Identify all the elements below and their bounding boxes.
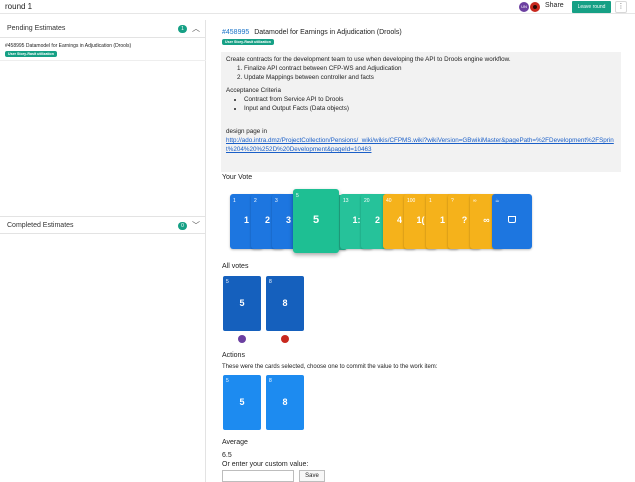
description-step: Update Mappings between controller and f… (244, 73, 616, 82)
actions-label: Actions (222, 352, 245, 359)
card-corner-value: 8 (269, 279, 272, 285)
coffee-icon (492, 215, 532, 225)
custom-value-input[interactable] (222, 470, 294, 482)
description-step: Finalize API contract between CFP-WS and… (244, 64, 616, 73)
work-item-id-link[interactable]: #458995 (222, 29, 249, 36)
chevron-down-icon[interactable]: ﹀ (192, 220, 200, 231)
description-steps: Finalize API contract between CFP-WS and… (244, 64, 616, 82)
acceptance-criterion: Input and Output Facts (Data objects) (244, 104, 616, 113)
card-corner-value: 5 (226, 378, 229, 384)
acceptance-criteria-title: Acceptance Criteria (226, 87, 281, 94)
pending-item-title: #458995 Datamodel for Earnings in Adjudi… (5, 43, 132, 49)
share-button[interactable]: Share (545, 2, 564, 9)
voter-avatar (238, 335, 246, 343)
leave-round-button[interactable]: Leave round (572, 1, 611, 13)
work-item-type-tag: User Story-Rasit utilization (222, 39, 274, 45)
work-item-description: Create contracts for the development tea… (221, 52, 621, 172)
card-corner-value: 20 (364, 198, 370, 204)
card-corner-value: 2 (254, 198, 257, 204)
card-corner-value: ∞ (473, 198, 477, 204)
work-item-title: Datamodel for Earnings in Adjudication (… (254, 29, 402, 36)
revealed-vote-card: 8 8 (266, 276, 304, 331)
user-avatar[interactable]: UN (519, 2, 529, 12)
acceptance-criterion: Contract from Service API to Drools (244, 95, 616, 104)
card-corner-value: 100 (407, 198, 416, 204)
card-corner-value: 1 (429, 198, 432, 204)
round-title: round 1 (5, 2, 33, 11)
chevron-up-icon[interactable]: ︿ (192, 23, 200, 34)
commit-card-8[interactable]: 8 8 (266, 375, 304, 430)
revealed-vote-card: 5 5 (223, 276, 261, 331)
actions-instruction: These were the cards selected, choose on… (222, 364, 438, 370)
vote-card-deck: 1 1 2 2 3 3 8 8 5 5 13 1: 20 2 40 4 (230, 189, 532, 264)
average-value: 6.5 (222, 452, 232, 459)
all-votes-label: All votes (222, 263, 249, 270)
coffee-icon: ☕ (495, 198, 500, 204)
work-item-type-tag: User Story-Rasit utilization (5, 51, 57, 57)
pending-estimate-item[interactable]: #458995 Datamodel for Earnings in Adjudi… (0, 39, 206, 61)
vote-card-5-selected[interactable]: 5 5 (293, 189, 339, 253)
description-intro: Create contracts for the development tea… (226, 56, 511, 63)
card-corner-value: 1 (233, 198, 236, 204)
pending-estimates-header[interactable]: Pending Estimates 1 ︿ (0, 20, 206, 38)
acceptance-criteria-list: Contract from Service API to Drools Inpu… (244, 95, 616, 113)
card-corner-value: 5 (296, 193, 299, 199)
pending-count-badge: 1 (178, 25, 187, 33)
completed-estimates-title: Completed Estimates (7, 222, 74, 229)
custom-value-label: Or enter your custom value: (222, 461, 309, 468)
your-vote-label: Your Vote (222, 174, 253, 181)
vertical-ellipsis-icon[interactable]: ⋮ (615, 1, 627, 13)
vote-card-coffee[interactable]: ☕ (492, 194, 532, 249)
save-button[interactable]: Save (299, 470, 325, 482)
participant-avatar[interactable] (530, 2, 540, 12)
design-page-link[interactable]: http://ado.intra.dmz/ProjectCollection/P… (226, 136, 616, 154)
card-corner-value: 5 (226, 279, 229, 285)
estimate-detail: #458995 Datamodel for Earnings in Adjudi… (207, 14, 635, 482)
card-corner-value: 13 (343, 198, 349, 204)
top-bar: round 1 UN Share Leave round ⋮ (0, 0, 635, 14)
card-center-value: 8 (282, 397, 288, 407)
completed-count-badge: 0 (178, 222, 187, 230)
design-page-label: design page in (226, 128, 267, 135)
card-center-value: 8 (282, 298, 288, 308)
card-corner-value: 40 (386, 198, 392, 204)
completed-estimates-header[interactable]: Completed Estimates 0 ﹀ (0, 216, 206, 234)
voter-avatar (281, 335, 289, 343)
card-corner-value: ? (451, 198, 454, 204)
card-center-value: 5 (312, 214, 320, 226)
commit-card-5[interactable]: 5 5 (223, 375, 261, 430)
card-corner-value: 8 (269, 378, 272, 384)
card-corner-value: 3 (275, 198, 278, 204)
card-center-value: 5 (239, 397, 245, 407)
estimates-sidebar: Pending Estimates 1 ︿ #458995 Datamodel … (0, 20, 206, 482)
card-center-value: 5 (239, 298, 245, 308)
average-label: Average (222, 439, 248, 446)
pending-estimates-title: Pending Estimates (7, 25, 66, 32)
work-item-header: #458995 Datamodel for Earnings in Adjudi… (222, 29, 402, 36)
